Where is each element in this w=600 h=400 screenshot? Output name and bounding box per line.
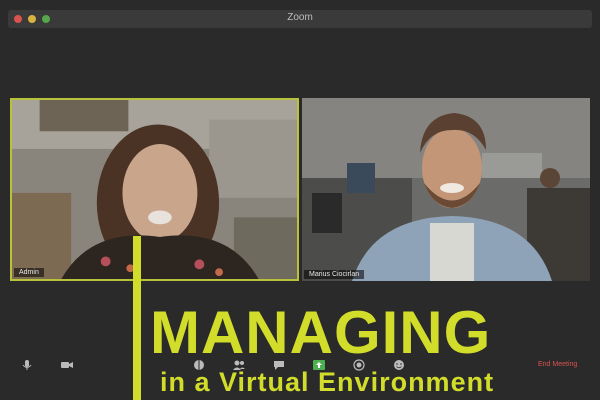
end-meeting-button[interactable]: End Meeting: [538, 361, 577, 368]
participant-tile-admin[interactable]: Admin: [10, 98, 299, 281]
participant-video-admin: [12, 100, 297, 279]
participant-name-label: Admin: [14, 268, 44, 277]
video-camera-icon[interactable]: [60, 358, 74, 372]
participant-name-label: Marius Ciocirlan: [304, 270, 365, 279]
headline-text: MANAGING: [150, 299, 492, 366]
window-titlebar: Zoom: [8, 10, 592, 28]
microphone-icon[interactable]: [20, 358, 34, 372]
subline-text: in a Virtual Environment: [160, 367, 495, 397]
participant-tile-marius[interactable]: Marius Ciocirlan: [302, 98, 590, 281]
participant-video-marius: [302, 98, 590, 281]
window-title: Zoom: [287, 12, 313, 23]
accent-bar: [133, 236, 141, 400]
